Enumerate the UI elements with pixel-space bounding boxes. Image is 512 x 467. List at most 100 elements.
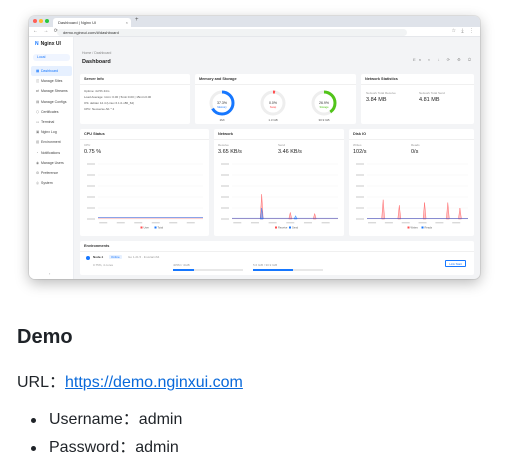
sidebar-item-manage-sites[interactable]: ◫ Manage Sites <box>31 76 72 86</box>
close-window-icon[interactable] <box>33 19 37 23</box>
sidebar-item-dashboard[interactable]: ▦ Dashboard <box>31 66 72 77</box>
gauge-sub-value: 30.9 GB <box>318 118 330 122</box>
legend-label: Receive <box>278 225 288 229</box>
disk-io-card: Disk IO Writes 102/s Reads 0/s Writes Rea… <box>349 129 474 236</box>
divider <box>361 84 474 85</box>
url-input[interactable]: demo.nginxui.com/#/dashboard <box>57 28 407 36</box>
gauge-sub-value: 1.3 GB <box>268 118 278 122</box>
location-selector[interactable]: Local <box>33 54 70 61</box>
node-status-badge: Online <box>109 255 122 259</box>
server-os: OS: debian 12.4 (Linux 6.1.0-x86_64) <box>84 101 135 105</box>
server-uptime: Uptime: 4d 5h 44m <box>84 89 110 93</box>
new-tab-icon[interactable]: + <box>135 17 139 23</box>
chart-x-tick <box>303 222 312 224</box>
chart-y-tick <box>221 174 229 176</box>
sidebar-item-manage-configs[interactable]: ▤ Manage Configs <box>31 97 72 107</box>
environments-title: Environments <box>84 244 110 248</box>
demo-heading: Demo <box>17 326 73 348</box>
total-send-value: 4.81 MB <box>419 97 440 103</box>
minimize-window-icon[interactable] <box>39 19 43 23</box>
sidebar-item-label: Manage Configs <box>41 99 67 104</box>
chart-x-tick <box>186 222 195 224</box>
browser-actions-icons[interactable]: ☆ ⤓ ⋮ <box>452 28 476 34</box>
browser-nav-icons[interactable]: ← → ⟳ <box>33 28 60 34</box>
demo-url-line: URL：https://demo.nginxui.com <box>17 368 243 392</box>
legend-swatch <box>289 226 291 229</box>
sidebar-menu: ▦ Dashboard ◫ Manage Sites ⇄ Manage Streams ▤ M… <box>31 66 72 188</box>
chart-series-spike <box>397 205 402 220</box>
legend-swatch <box>275 226 277 229</box>
chart-y-tick <box>87 163 95 165</box>
chart-x-tick <box>286 222 295 224</box>
cpu-usage-chart: User Total <box>87 163 203 229</box>
gauge-value: 37.3% <box>217 101 227 105</box>
link-start-button[interactable]: Link Start <box>445 260 466 267</box>
node-disk-bar <box>253 269 323 271</box>
sidebar-item-nginx-log[interactable]: ▣ Nginx Log <box>31 127 72 137</box>
chart-x-tick <box>321 222 330 224</box>
chart-x-tick <box>169 222 178 224</box>
chart-x-tick <box>250 222 259 224</box>
demo-url-link[interactable]: https://demo.nginxui.com <box>65 374 243 391</box>
sidebar-item-certificates[interactable]: ⬡ Certificates <box>31 107 72 117</box>
sidebar-item-label: System <box>41 181 53 186</box>
tab-close-icon[interactable]: × <box>126 18 128 27</box>
browser-tab-title: Dashboard | Nginx UI <box>58 20 97 25</box>
chart-x-tick <box>116 222 125 224</box>
window-controls <box>33 19 49 23</box>
chart-x-tick <box>233 222 242 224</box>
legend-label: Send <box>292 225 299 229</box>
chart-x-tick <box>134 222 143 224</box>
total-send-label: Network Total Send <box>419 91 445 95</box>
node-disk-bar-fill <box>253 269 293 271</box>
chart-series-spike <box>458 207 462 220</box>
network-title: Network <box>218 132 233 136</box>
url-prefix: URL： <box>17 374 66 391</box>
collapse-sidebar-icon[interactable]: ‹ <box>49 271 50 276</box>
gauge-label: Storage <box>319 105 329 109</box>
browser-tab[interactable]: Dashboard | Nginx UI × <box>53 18 131 27</box>
gauge-value: 0.0% <box>269 101 277 105</box>
node-memory-bar-fill <box>173 269 194 271</box>
node-icon <box>86 256 90 260</box>
server-info-title: Server Info <box>84 77 104 81</box>
chart-y-tick <box>356 196 364 198</box>
sidebar-item-system[interactable]: ◎ System <box>31 178 72 188</box>
gauge-storage: 26.9% Storage 30.9 GB <box>309 88 339 122</box>
chart-x-tick <box>384 222 393 224</box>
sidebar-item-environment[interactable]: ▥ Environment <box>31 137 72 147</box>
chart-x-tick <box>418 222 427 224</box>
chart-series-spike <box>293 215 298 220</box>
divider <box>214 139 344 140</box>
chart-x-tick <box>99 222 108 224</box>
node-memory-bar <box>173 269 243 271</box>
legend-label: Writes <box>411 225 419 229</box>
gauge-label: Swap <box>270 105 277 109</box>
node-cpu: 0.75%, 4 cores <box>93 263 114 267</box>
divider <box>80 251 474 252</box>
disk-writes-value: 102/s <box>353 149 367 155</box>
legend-swatch <box>407 226 410 229</box>
sidebar-item-manage-streams[interactable]: ⇄ Manage Streams <box>31 86 72 96</box>
disk-io-title: Disk IO <box>353 132 367 136</box>
maximize-window-icon[interactable] <box>45 19 49 23</box>
chart-y-tick <box>87 185 95 187</box>
server-info-card: Server Info Uptime: 4d 5h 44m Load Avera… <box>80 74 190 124</box>
sidebar-item-manage-users[interactable]: ◉ Manage Users <box>31 158 72 168</box>
app-logo[interactable]: N Nginx UI <box>35 41 61 47</box>
chart-y-tick <box>87 218 95 220</box>
sidebar-item-label: Environment <box>41 140 61 145</box>
server-load: Load Average: 1min: 0.00 | 5min:0.00 | 1… <box>84 95 152 99</box>
node-name[interactable]: Node-1 <box>93 255 103 259</box>
node-meta: Go 1.21.5 · linux/arm64 <box>128 255 160 259</box>
sidebar-item-label: Terminal <box>41 119 55 124</box>
chart-y-tick <box>221 196 229 198</box>
network-traffic-chart: Receive Send <box>221 163 338 229</box>
chart-y-tick <box>221 218 229 220</box>
header-toolbar-icons[interactable]: En ◐ ↓ ⟳ ⚙ ⏻ <box>413 57 474 62</box>
disk-io-chart: Writes Reads <box>356 163 468 229</box>
sidebar-item-notifications[interactable]: ◔ Notifications <box>31 148 72 158</box>
sidebar-item-terminal[interactable]: ▭ Terminal <box>31 117 72 127</box>
legend-label: Total <box>158 225 164 229</box>
sidebar-item-preference[interactable]: ⚙ Preference <box>31 168 72 178</box>
